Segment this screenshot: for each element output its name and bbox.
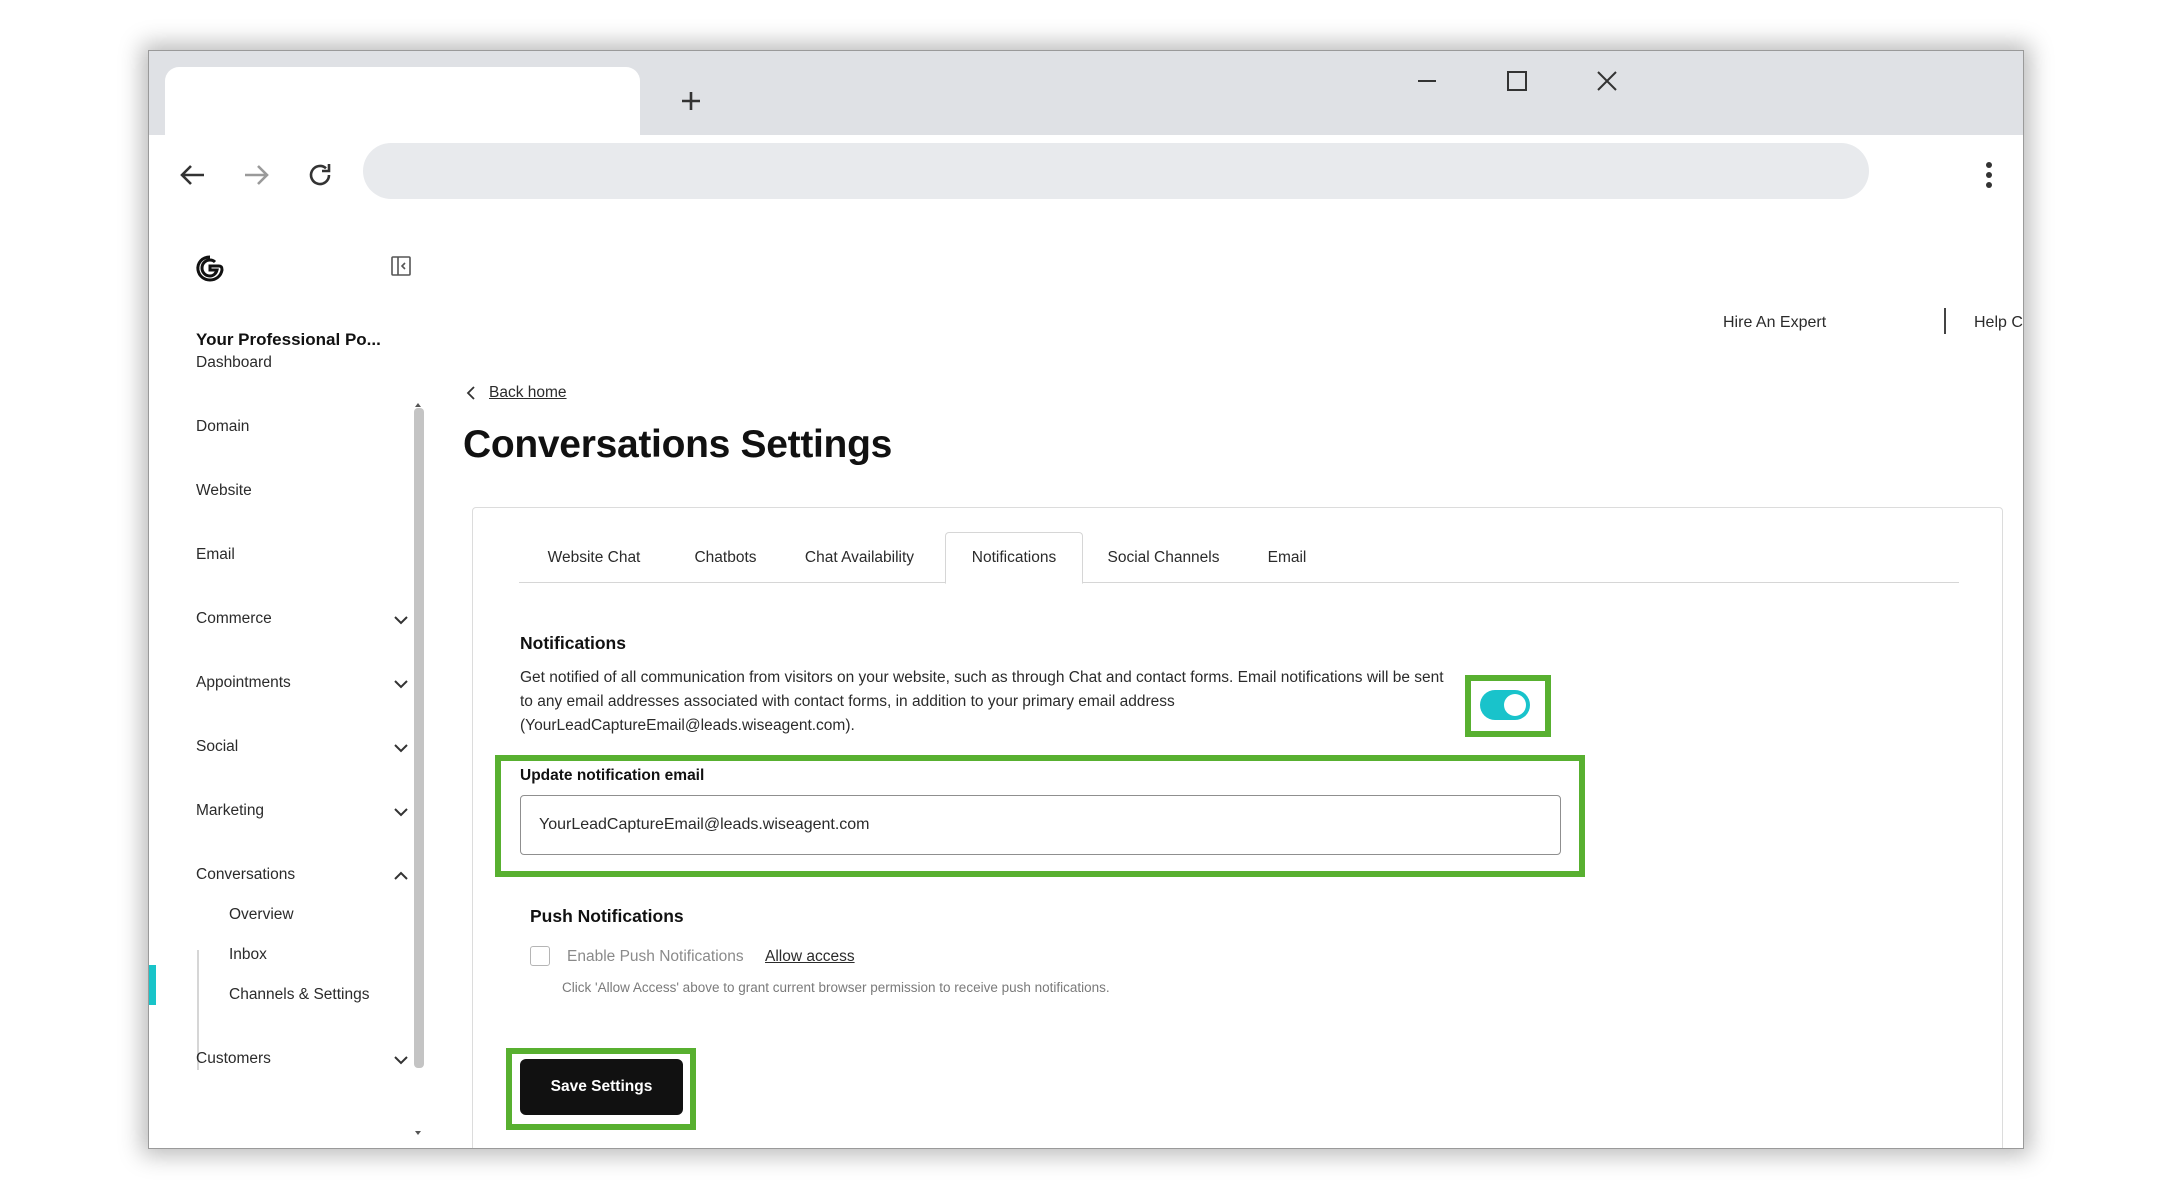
tab-website-chat[interactable]: Website Chat — [519, 532, 669, 583]
back-home-label[interactable]: Back home — [489, 384, 567, 402]
browser-window: Your Professional Po... Dashboard Domain… — [148, 50, 2024, 1149]
main-content: Hire An Expert Help Center Back home Con… — [425, 208, 2023, 1148]
sidebar-subitem-overview[interactable]: Overview — [229, 906, 294, 924]
sidebar-subitem-channels-settings[interactable]: Channels & Settings — [229, 986, 369, 1004]
chevron-up-icon[interactable] — [391, 866, 411, 886]
kebab-menu-icon[interactable] — [1969, 151, 2009, 199]
tab-chat-availability[interactable]: Chat Availability — [782, 532, 937, 583]
save-settings-button[interactable]: Save Settings — [520, 1059, 683, 1115]
maximize-icon[interactable] — [1487, 59, 1547, 103]
notifications-description: Get notified of all communication from v… — [520, 669, 1444, 734]
page-title: Conversations Settings — [463, 423, 892, 466]
tab-social-channels[interactable]: Social Channels — [1085, 532, 1242, 583]
sidebar-item-marketing[interactable]: Marketing — [196, 802, 264, 820]
notification-email-label: Update notification email — [520, 767, 705, 784]
sidebar-item-domain[interactable]: Domain — [196, 418, 249, 436]
notification-email-input[interactable] — [520, 795, 1561, 855]
forward-arrow-icon[interactable] — [232, 151, 280, 199]
sidebar-item-commerce[interactable]: Commerce — [196, 610, 272, 628]
settings-tabs: Website Chat Chatbots Chat Availability … — [519, 532, 1959, 584]
active-indicator — [149, 965, 156, 1005]
site-name[interactable]: Your Professional Po... — [196, 330, 381, 350]
chevron-left-icon — [466, 386, 475, 400]
chevron-down-icon[interactable] — [391, 674, 411, 694]
sidebar-item-dashboard[interactable]: Dashboard — [196, 354, 272, 372]
chevron-down-icon[interactable] — [391, 1050, 411, 1070]
chevron-down-icon[interactable] — [391, 610, 411, 630]
tab-email[interactable]: Email — [1242, 532, 1332, 583]
close-icon[interactable] — [1577, 59, 1637, 103]
new-tab-icon[interactable] — [669, 79, 713, 123]
sidebar: Your Professional Po... Dashboard Domain… — [149, 208, 425, 1148]
tab-strip — [149, 51, 2023, 135]
tab-chatbots[interactable]: Chatbots — [669, 532, 782, 583]
minimize-icon[interactable] — [1397, 59, 1457, 103]
reload-icon[interactable] — [296, 151, 344, 199]
back-home-link[interactable]: Back home — [465, 384, 567, 402]
help-center-link[interactable]: Help Center — [1974, 314, 2023, 332]
push-notifications-checkbox[interactable] — [530, 946, 550, 966]
chevron-down-icon[interactable] — [391, 802, 411, 822]
tab-notifications[interactable]: Notifications — [945, 532, 1083, 584]
sidebar-item-conversations[interactable]: Conversations — [196, 866, 295, 884]
push-help-text: Click 'Allow Access' above to grant curr… — [562, 980, 1110, 995]
header-divider — [1944, 308, 1946, 334]
sidebar-item-customers[interactable]: Customers — [196, 1050, 271, 1068]
sidebar-item-appointments[interactable]: Appointments — [196, 674, 291, 692]
address-bar[interactable] — [363, 143, 1869, 199]
sidebar-subitem-inbox[interactable]: Inbox — [229, 946, 267, 964]
hire-expert-link[interactable]: Hire An Expert — [1723, 314, 1826, 332]
notifications-heading: Notifications — [520, 633, 626, 653]
godaddy-logo-icon[interactable] — [193, 252, 227, 286]
sidebar-item-website[interactable]: Website — [196, 482, 252, 500]
allow-access-link[interactable]: Allow access — [765, 948, 855, 966]
push-notifications-label: Enable Push Notifications — [567, 948, 744, 965]
toggle-knob — [1504, 694, 1526, 716]
sidebar-item-social[interactable]: Social — [196, 738, 238, 756]
sidebar-item-email[interactable]: Email — [196, 546, 235, 564]
collapse-sidebar-icon[interactable] — [389, 254, 413, 278]
chevron-down-icon[interactable] — [391, 738, 411, 758]
push-notifications-heading: Push Notifications — [530, 906, 684, 926]
settings-card: Website Chat Chatbots Chat Availability … — [472, 507, 2003, 1148]
back-arrow-icon[interactable] — [169, 151, 217, 199]
notifications-toggle[interactable] — [1480, 690, 1530, 720]
browser-tab[interactable] — [165, 67, 640, 135]
scrollbar-thumb[interactable] — [414, 408, 424, 1068]
